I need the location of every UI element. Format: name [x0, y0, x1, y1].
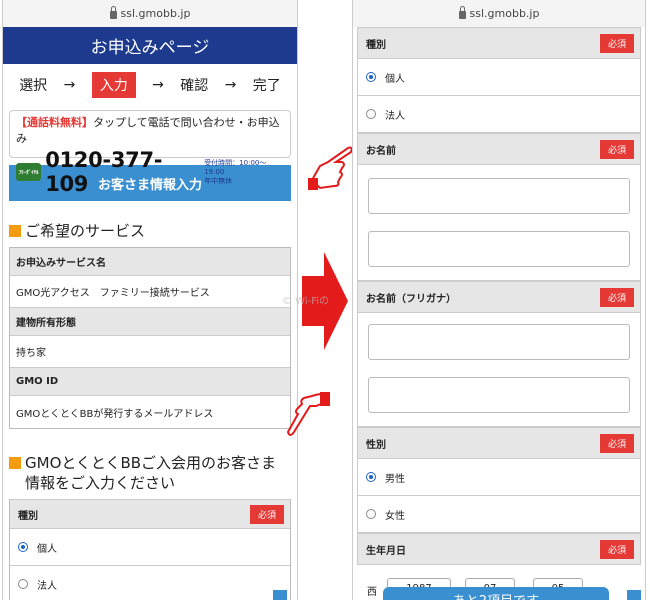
arrow-icon: →	[63, 77, 76, 93]
option-label: 法人	[37, 580, 57, 592]
call-hours: 受付時間：10:00～19:00	[204, 158, 267, 176]
kana-row: お名前（フリガナ） 必須	[358, 281, 640, 313]
pointing-hand-icon	[308, 146, 353, 190]
step-input: 入力	[91, 72, 136, 98]
call-banner[interactable]: 【通話料無料】タップして電話で問い合わせ・お申込み ﾌﾘｰﾀﾞｲﾔﾙ 0120-…	[9, 110, 291, 196]
name-inputs	[358, 165, 640, 281]
required-badge: 必須	[599, 33, 634, 53]
member-form: 種別 必須 個人 法人	[9, 499, 291, 600]
required-badge: 必須	[599, 139, 634, 159]
radio-corporate[interactable]: 法人	[358, 96, 640, 133]
table-row: GMO ID	[10, 368, 290, 396]
url-bar[interactable]: ssl.gmobb.jp	[3, 0, 297, 27]
right-screen: ssl.gmobb.jp 種別 必須 個人 法人 お名前 必須 お名前（フリガナ…	[352, 0, 646, 600]
radio-checked-icon[interactable]	[18, 542, 28, 552]
option-label: 法人	[385, 110, 405, 122]
name-row: お名前 必須	[358, 133, 640, 165]
radio-unchecked-icon[interactable]	[366, 109, 376, 119]
scroll-up-button[interactable]	[273, 590, 287, 600]
option-label: 個人	[385, 73, 405, 85]
required-badge: 必須	[599, 287, 634, 307]
freedial-icon: ﾌﾘｰﾀﾞｲﾔﾙ	[16, 163, 42, 181]
table-row: お申込みサービス名	[10, 248, 290, 276]
table-row: GMO光アクセス ファミリー接続サービス	[10, 276, 290, 308]
table-row: 持ち家	[10, 336, 290, 368]
bullet-square-icon	[9, 457, 21, 469]
step-indicator: 選択 → 入力 → 確認 → 完了	[3, 64, 297, 106]
kana-label: お名前（フリガナ）	[366, 293, 456, 305]
birth-label: 生年月日	[366, 545, 406, 557]
last-name-input[interactable]	[368, 178, 630, 214]
gender-label: 性別	[366, 439, 386, 451]
url-text: ssl.gmobb.jp	[469, 7, 540, 20]
type-row: 種別 必須	[10, 499, 290, 529]
birth-row: 生年月日 必須	[358, 533, 640, 565]
page-title: お申込みページ	[3, 27, 297, 64]
last-name-kana-input[interactable]	[368, 324, 630, 360]
option-label: 女性	[385, 510, 405, 522]
remaining-items-bar[interactable]: あと2項目です	[383, 587, 609, 600]
radio-male[interactable]: 男性	[358, 459, 640, 496]
gender-row: 性別 必須	[358, 427, 640, 459]
type-row: 種別 必須	[358, 27, 640, 59]
pointing-hand-icon	[286, 392, 330, 436]
free-call-label: 【通話料無料】	[16, 116, 93, 129]
member-heading: GMOとくとくBBご入会用のお客さま情報をご入力ください	[9, 453, 291, 493]
required-badge: 必須	[599, 539, 634, 559]
customer-form: 種別 必須 個人 法人 お名前 必須 お名前（フリガナ） 必須 性別 必須 男性…	[357, 27, 641, 565]
option-label: 男性	[385, 473, 405, 485]
radio-corporate[interactable]: 法人	[10, 566, 290, 600]
arrow-icon: →	[224, 77, 237, 93]
era-label: 西	[367, 587, 377, 598]
radio-checked-icon[interactable]	[366, 72, 376, 82]
step-select: 選択	[19, 78, 48, 94]
call-days: 年中無休	[204, 176, 233, 185]
radio-unchecked-icon[interactable]	[18, 579, 28, 589]
service-table: お申込みサービス名 GMO光アクセス ファミリー接続サービス 建物所有形態 持ち…	[9, 247, 291, 429]
bullet-square-icon	[9, 225, 21, 237]
type-label: 種別	[366, 39, 386, 51]
radio-individual[interactable]: 個人	[358, 59, 640, 96]
radio-checked-icon[interactable]	[366, 472, 376, 482]
kana-inputs	[358, 313, 640, 427]
first-name-input[interactable]	[368, 231, 630, 267]
service-heading: ご希望のサービス	[9, 221, 291, 241]
type-label: 種別	[18, 510, 38, 522]
table-row: 建物所有形態	[10, 308, 290, 336]
option-label: 個人	[37, 543, 57, 555]
left-screen: ssl.gmobb.jp お申込みページ 選択 → 入力 → 確認 → 完了 【…	[2, 0, 298, 600]
step-confirm: 確認	[180, 78, 209, 94]
radio-female[interactable]: 女性	[358, 496, 640, 533]
watermark: © Wi-Fiの	[282, 296, 330, 307]
name-label: お名前	[366, 145, 396, 157]
arrow-icon: →	[152, 77, 164, 93]
table-row: GMOとくとくBBが発行するメールアドレス	[16, 408, 214, 420]
required-badge: 必須	[249, 504, 284, 524]
radio-unchecked-icon[interactable]	[366, 509, 376, 519]
required-badge: 必須	[599, 433, 634, 453]
step-complete: 完了	[252, 78, 281, 94]
url-text: ssl.gmobb.jp	[120, 7, 191, 20]
radio-individual[interactable]: 個人	[10, 529, 290, 566]
url-bar[interactable]: ssl.gmobb.jp	[353, 0, 645, 27]
phone-number[interactable]: 0120-377-109	[45, 148, 200, 196]
lock-icon	[109, 6, 117, 19]
scroll-up-button[interactable]	[627, 590, 641, 600]
first-name-kana-input[interactable]	[368, 377, 630, 413]
lock-icon	[458, 6, 466, 19]
